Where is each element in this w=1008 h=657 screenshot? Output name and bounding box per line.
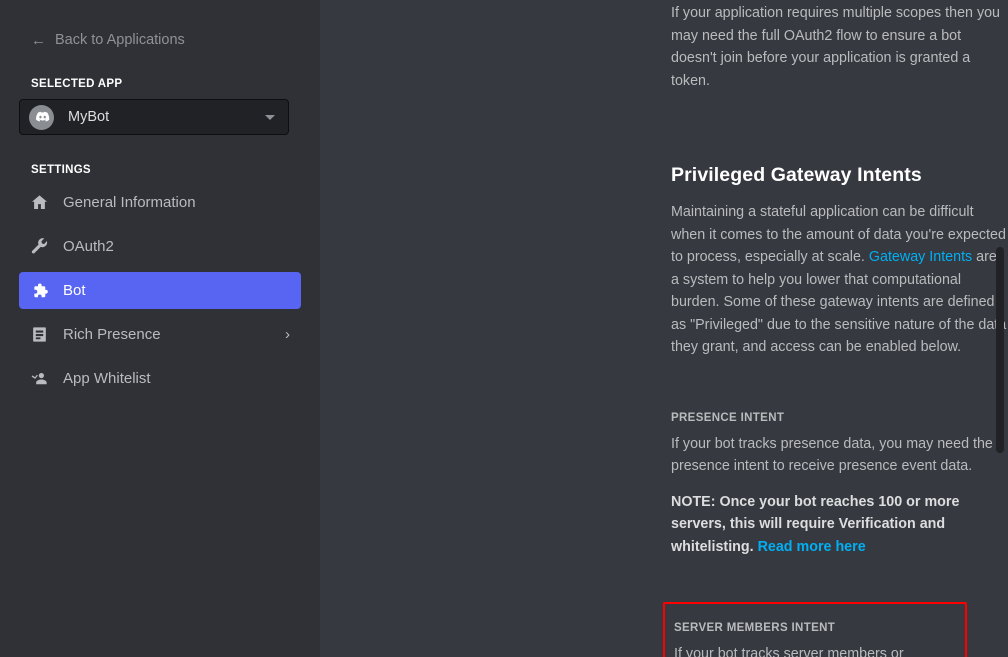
- home-icon: [29, 193, 49, 213]
- app-selector-dropdown[interactable]: MyBot: [19, 99, 289, 135]
- sidebar-item-label: App Whitelist: [63, 370, 151, 387]
- selected-app-section-label: SELECTED APP: [31, 78, 123, 90]
- document-list-icon: [29, 325, 49, 345]
- person-check-icon: [29, 369, 49, 389]
- oauth2-description: If your application requires multiple sc…: [671, 5, 1001, 89]
- discord-developer-portal: ← Back to Applications SELECTED APP MyBo…: [0, 0, 1008, 657]
- sidebar-item-bot[interactable]: Bot: [19, 272, 301, 309]
- sidebar-item-app-whitelist[interactable]: App Whitelist: [19, 360, 301, 397]
- privileged-gateway-intents-heading: Privileged Gateway Intents: [671, 164, 922, 186]
- presence-intent-description: If your bot tracks presence data, you ma…: [671, 435, 993, 475]
- chevron-down-icon: [265, 114, 275, 120]
- main-scrollbar-thumb[interactable]: [996, 247, 1004, 453]
- selected-app-name: MyBot: [68, 109, 110, 125]
- content-inner: If your application requires multiple sc…: [320, 0, 1008, 657]
- oauth2-code-grant-section: If your application requires multiple sc…: [671, 0, 1008, 92]
- presence-intent-section: PRESENCE INTENT If your bot tracks prese…: [671, 412, 1008, 559]
- chevron-right-icon: ›: [285, 326, 290, 343]
- sidebar-item-label: Bot: [63, 282, 86, 299]
- sidebar-nav: General Information OAuth2 Bot Rich Pres…: [0, 184, 320, 397]
- server-members-intent-description: If your bot tracks server members or dow…: [674, 646, 904, 657]
- back-to-applications-link[interactable]: ← Back to Applications: [0, 28, 320, 52]
- puzzle-piece-icon: [29, 281, 49, 301]
- arrow-left-icon: ←: [31, 31, 46, 49]
- discord-logo-icon: [29, 104, 54, 130]
- privileged-gateway-intents-description: Maintaining a stateful application can b…: [671, 201, 1008, 359]
- sidebar-item-label: General Information: [63, 194, 196, 211]
- server-members-intent-section: SERVER MEMBERS INTENT If your bot tracks…: [663, 602, 967, 657]
- sidebar: ← Back to Applications SELECTED APP MyBo…: [0, 0, 320, 657]
- presence-intent-heading: PRESENCE INTENT: [671, 411, 785, 424]
- sidebar-item-label: OAuth2: [63, 238, 114, 255]
- main-scrollbar-track[interactable]: [996, 0, 1004, 657]
- gateway-intents-link[interactable]: Gateway Intents: [869, 249, 972, 265]
- sidebar-item-general-information[interactable]: General Information: [19, 184, 301, 221]
- back-to-applications-label: Back to Applications: [55, 32, 185, 48]
- sidebar-item-label: Rich Presence: [63, 326, 161, 343]
- sidebar-item-oauth2[interactable]: OAuth2: [19, 228, 301, 265]
- main-content: If your application requires multiple sc…: [320, 0, 1008, 657]
- wrench-icon: [29, 237, 49, 257]
- settings-section-label: SETTINGS: [31, 164, 91, 176]
- presence-read-more-link[interactable]: Read more here: [758, 539, 866, 555]
- presence-intent-note: NOTE: Once your bot reaches 100 or more …: [671, 491, 1008, 559]
- server-members-intent-heading: SERVER MEMBERS INTENT: [674, 622, 836, 634]
- sidebar-item-rich-presence[interactable]: Rich Presence ›: [19, 316, 301, 353]
